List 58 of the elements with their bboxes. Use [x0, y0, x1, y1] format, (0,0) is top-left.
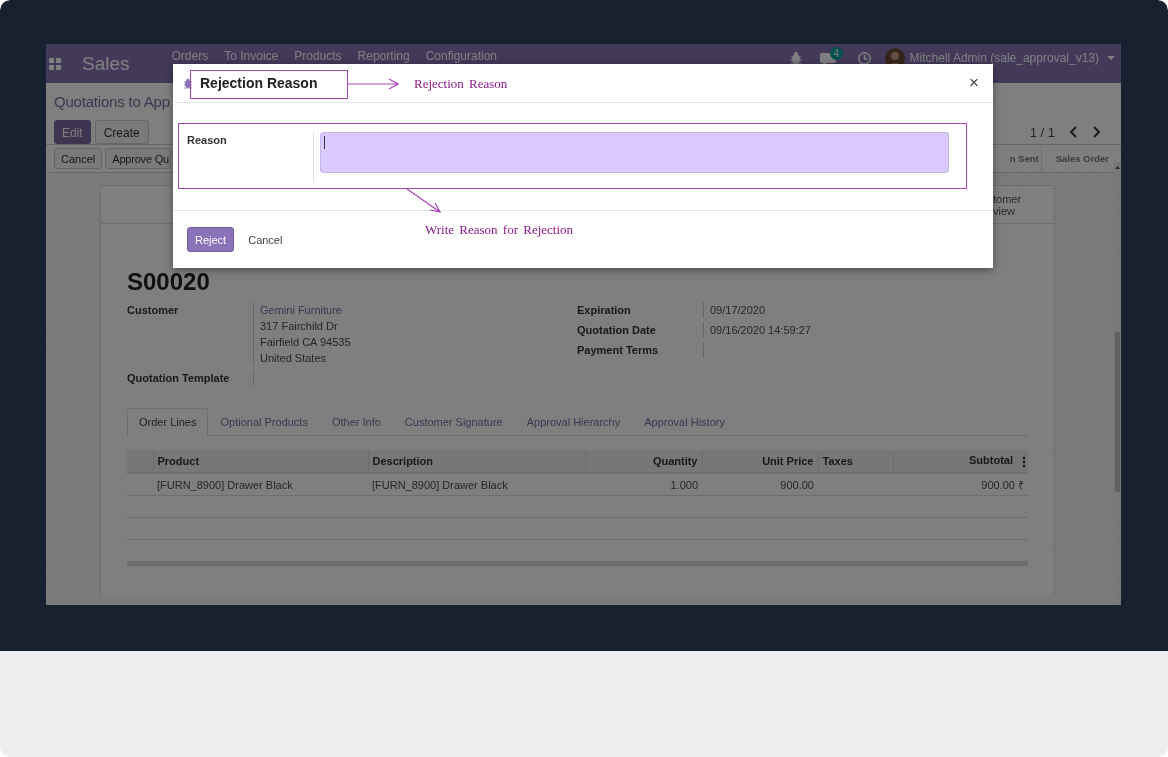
table-cell: 900.00 ₹	[981, 479, 1024, 491]
next-icon	[1092, 126, 1101, 138]
user-menu[interactable]: Mitchell Admin (sale_approval_v13)	[909, 51, 1099, 65]
annotation-arrow	[406, 188, 442, 214]
reject-button[interactable]: Reject	[187, 227, 235, 252]
menu-item[interactable]: Products	[294, 49, 342, 63]
menu-item[interactable]: Reporting	[357, 49, 410, 63]
tab[interactable]: Order Lines	[127, 408, 209, 436]
close-button[interactable]: ×	[965, 73, 983, 93]
message-count-badge: 4	[829, 46, 844, 60]
reason-field[interactable]	[320, 132, 949, 173]
annotation-arrow	[347, 78, 399, 90]
apps-menu-icon	[49, 57, 61, 70]
annotation-label: Write Reason for Rejection	[425, 222, 574, 238]
edit-button[interactable]: Edit	[54, 120, 91, 144]
column-header[interactable]: Description	[372, 455, 433, 467]
table-cell: [FURN_8900] Drawer Black	[157, 478, 293, 491]
field-label: Quotation Template	[127, 371, 231, 386]
pager-counter: 1 / 1	[1029, 124, 1055, 140]
app-name: Sales	[82, 52, 130, 75]
more-options-icon	[1022, 455, 1026, 468]
address-line: Fairfield CA 94535	[260, 335, 352, 350]
field-value: 09/16/2020 14:59:27	[710, 323, 812, 338]
customer-link[interactable]: Gemini Furniture	[260, 302, 577, 318]
breadcrumb-link[interactable]: Quotations to App	[54, 93, 170, 110]
field-label: Expiration	[577, 303, 632, 318]
text-cursor	[324, 136, 325, 149]
menu-item[interactable]: Configuration	[425, 49, 498, 63]
field-value: 09/17/2020	[710, 303, 767, 318]
status-stage[interactable]: n Sent	[995, 145, 1041, 172]
create-button[interactable]: Create	[94, 120, 149, 144]
caret-icon	[1107, 56, 1115, 60]
record-name: S00020	[127, 268, 211, 296]
address-line: United States	[260, 351, 328, 366]
table-cell: 1.000	[670, 478, 698, 491]
field-label: Customer	[127, 303, 180, 318]
previous-icon	[1069, 126, 1078, 138]
column-header[interactable]: Subtotal	[969, 454, 1013, 467]
table-cell: [FURN_8900] Drawer Black	[372, 478, 508, 491]
cancel-button[interactable]: Cancel	[240, 227, 291, 252]
dialog-title: Rejection Reason	[200, 75, 318, 91]
tab[interactable]: Customer Signature	[392, 408, 515, 435]
tab[interactable]: Other Info	[319, 408, 393, 435]
field-label: Quotation Date	[577, 323, 657, 338]
tab[interactable]: Optional Products	[208, 408, 320, 435]
tab[interactable]: Approval History	[632, 408, 737, 435]
action-button[interactable]: Approve Qu	[105, 148, 171, 169]
field-label: Reason	[187, 134, 227, 146]
address-line: 317 Fairchild Dr	[260, 319, 339, 334]
field-label: Payment Terms	[577, 343, 660, 358]
table-cell: 900.00	[780, 478, 814, 491]
tab[interactable]: Approval Hierarchy	[514, 408, 633, 435]
action-button[interactable]: Cancel	[54, 148, 103, 169]
menu-item[interactable]: To Invoice	[224, 49, 279, 63]
bug-icon	[184, 77, 192, 89]
annotation-label: Rejection Reason	[414, 76, 508, 92]
menu-item[interactable]: Orders	[171, 49, 209, 63]
column-header[interactable]: Product	[157, 455, 200, 467]
